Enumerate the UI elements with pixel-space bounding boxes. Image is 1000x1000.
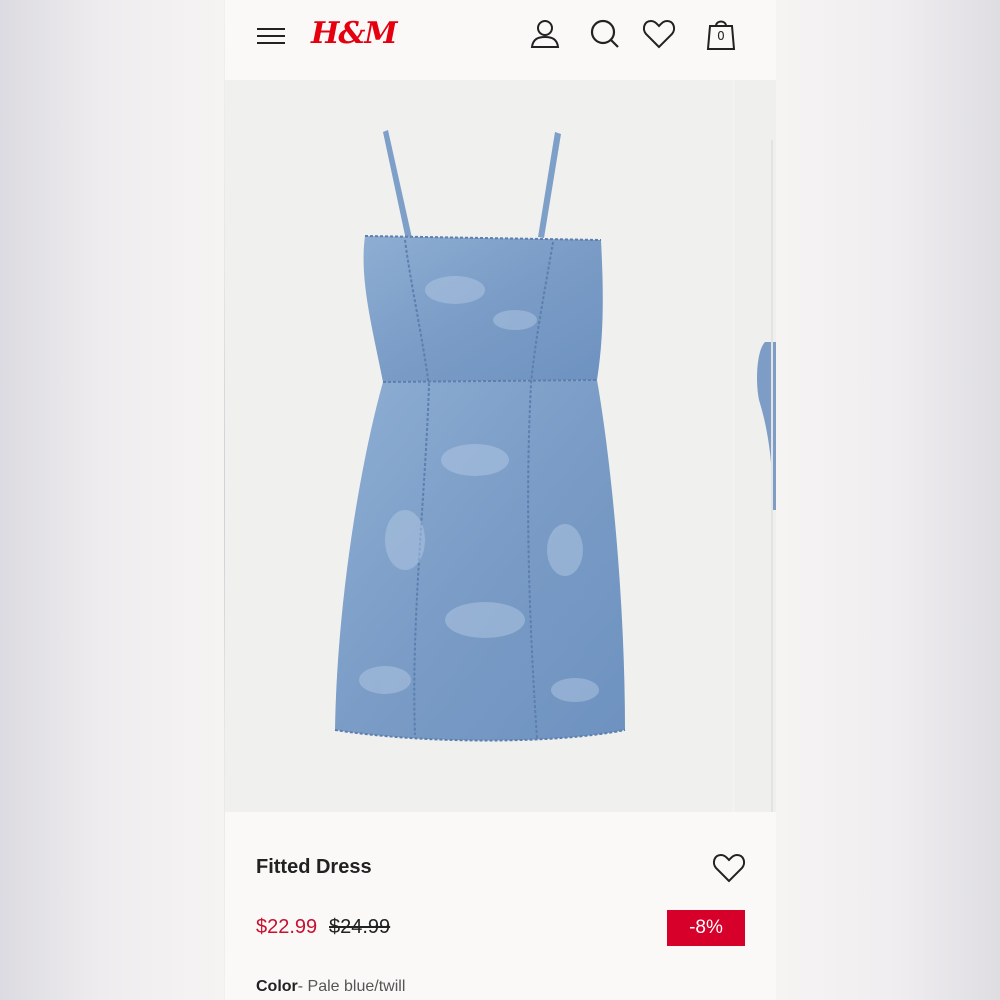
add-to-favorites-heart-icon[interactable]	[711, 850, 747, 886]
product-gallery[interactable]	[225, 80, 776, 820]
bag-count-badge: 0	[717, 29, 725, 43]
next-product-image[interactable]	[735, 80, 776, 812]
product-info: Fitted Dress $22.99 $24.99 -8% Color- Pa…	[225, 812, 776, 1000]
mobile-page: H&M 0 Fitted Dress $22.99 $24.99 -8% Col…	[225, 0, 776, 1000]
shopping-bag-icon[interactable]: 0	[703, 16, 739, 52]
discount-badge: -8%	[667, 910, 745, 946]
original-price: $24.99	[329, 916, 391, 938]
site-header: H&M 0	[225, 0, 776, 80]
heart-icon[interactable]	[641, 16, 677, 52]
brand-logo[interactable]: H&M	[311, 16, 398, 51]
color-info: Color- Pale blue/twill	[256, 978, 405, 996]
menu-icon[interactable]	[257, 26, 285, 46]
gallery-scrollbar[interactable]	[771, 140, 773, 820]
color-value: - Pale blue/twill	[297, 978, 406, 995]
background-right	[776, 0, 1000, 1000]
account-icon[interactable]	[527, 16, 563, 52]
product-title: Fitted Dress	[256, 856, 372, 878]
product-image[interactable]	[225, 80, 732, 812]
background-left	[0, 0, 224, 1000]
current-price: $22.99	[256, 916, 318, 938]
search-icon[interactable]	[587, 16, 623, 52]
color-label: Color	[256, 978, 298, 995]
